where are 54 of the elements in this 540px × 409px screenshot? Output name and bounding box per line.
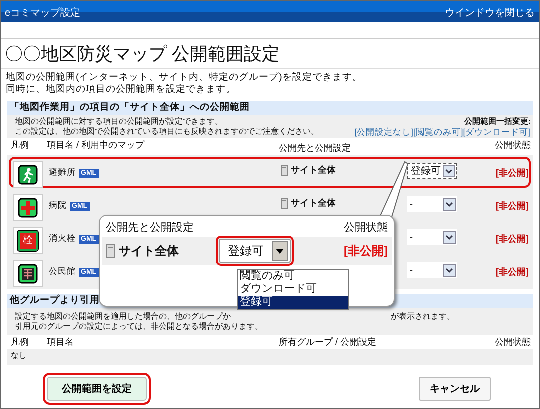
column-header: 公開先と公開設定 bbox=[279, 142, 352, 154]
window-title: eコミマップ設定 bbox=[5, 6, 81, 20]
setting-select[interactable]: - bbox=[407, 229, 457, 245]
dropdown-option[interactable]: 登録可 bbox=[238, 296, 348, 309]
building-icon bbox=[18, 264, 38, 284]
status-text: [非公開] bbox=[495, 167, 529, 180]
bulk-link[interactable]: [公開設定なし] bbox=[354, 127, 414, 137]
publish-target: サイト全体 bbox=[119, 242, 180, 260]
column-header: 項目名 bbox=[47, 337, 75, 348]
description-text: 設定する地図の公開範囲を適用した場合の、他のグループか bbox=[15, 312, 231, 322]
column-header: 凡例 bbox=[10, 140, 30, 152]
setting-select[interactable]: - bbox=[407, 262, 457, 278]
publish-target: サイト全体 bbox=[291, 164, 336, 177]
description-text: この設定は、他の地図で公開されている項目にも反映されますのでご注意ください。 bbox=[15, 127, 319, 137]
server-icon bbox=[281, 198, 288, 209]
bulk-link[interactable]: [閲覧のみ可] bbox=[414, 127, 464, 137]
action-button[interactable]: キャンセル bbox=[419, 377, 491, 401]
hydrant-icon: 栓 bbox=[18, 230, 38, 250]
publish-target: サイト全体 bbox=[291, 197, 336, 210]
dropdown-option[interactable]: ダウンロード可 bbox=[238, 283, 348, 296]
section-title: 「地図作業用」の項目の「サイト全体」への公開範囲 bbox=[7, 101, 533, 115]
column-header: 公開状態 bbox=[344, 221, 388, 235]
running-figure-icon bbox=[18, 164, 38, 184]
dropdown-option[interactable]: 閲覧のみ可 bbox=[238, 270, 348, 283]
description-text: 地図の公開範囲に対する項目の公開範囲が設定できます。 bbox=[15, 117, 224, 127]
server-icon bbox=[106, 244, 115, 258]
status-text: [非公開] bbox=[495, 200, 529, 213]
item-name: 消火栓 bbox=[49, 233, 76, 245]
description-text: 引用元のグループの設定によっては、非公開となる場合があります。 bbox=[15, 322, 263, 332]
column-header: 項目名 / 利用中のマップ bbox=[47, 140, 146, 152]
intro-text: 地図の公開範囲(インターネット、サイト内、特定のグループ)を設定できます。 bbox=[6, 72, 364, 84]
bulk-link[interactable]: [ダウンロード可] bbox=[463, 127, 531, 137]
status-text: [非公開] bbox=[495, 233, 529, 246]
status-text: [非公開] bbox=[344, 242, 388, 260]
intro-text: 同時に、地図内の項目の公開範囲を設定できます。 bbox=[6, 84, 237, 96]
cross-icon bbox=[18, 198, 38, 218]
column-header: 凡例 bbox=[10, 337, 30, 348]
setting-select[interactable]: 登録可 bbox=[219, 239, 291, 263]
setting-select[interactable]: 登録可 bbox=[407, 163, 457, 179]
column-header: 公開先と公開設定 bbox=[106, 220, 194, 235]
page-heading: 〇〇地区防災マップ 公開範囲設定 bbox=[1, 39, 539, 69]
item-name: 公民館 bbox=[49, 266, 76, 278]
column-header: 公開状態 bbox=[494, 337, 531, 348]
status-text: [非公開] bbox=[495, 266, 529, 279]
close-window-link[interactable]: ウインドウを閉じる bbox=[445, 6, 535, 20]
description-text: が表示されます。 bbox=[391, 312, 455, 322]
empty-row-text: なし bbox=[10, 350, 28, 362]
bulk-change-label: 公開範囲一括変更: bbox=[463, 117, 531, 127]
item-name: 避難所 bbox=[49, 167, 76, 179]
item-name: 病院 bbox=[49, 200, 67, 212]
column-header: 公開状態 bbox=[494, 140, 531, 152]
server-icon bbox=[281, 165, 288, 176]
setting-select[interactable]: - bbox=[407, 196, 457, 212]
column-header: 所有グループ / 公開設定 bbox=[279, 337, 378, 348]
